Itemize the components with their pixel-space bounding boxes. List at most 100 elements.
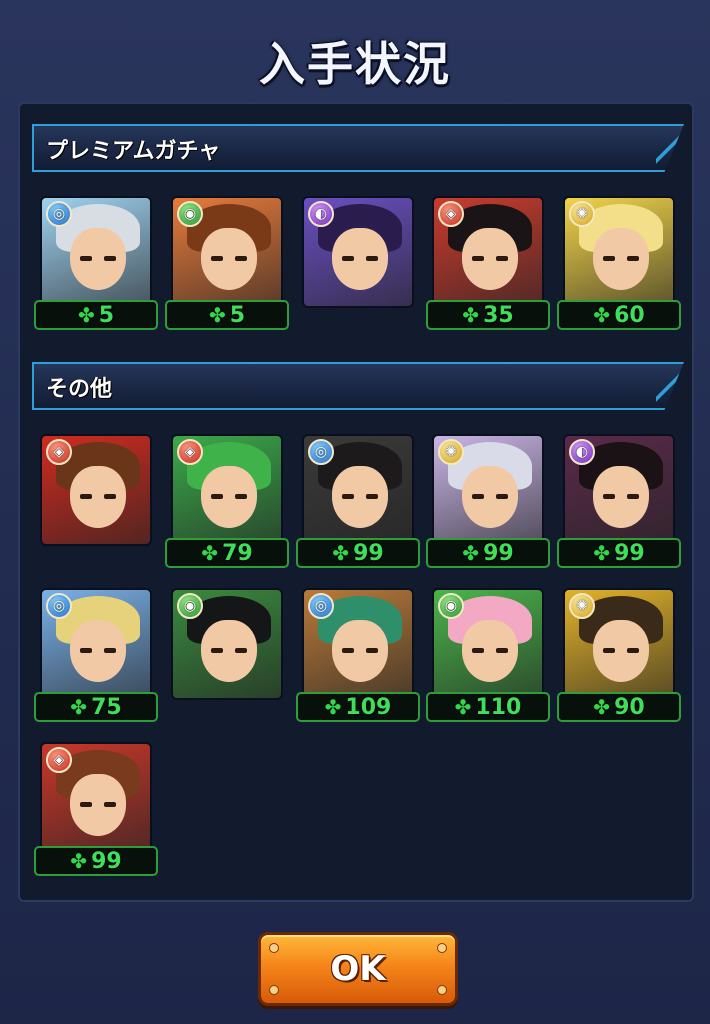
character-card[interactable]: ✺ [432,434,544,546]
wood-attribute-icon: ◉ [177,201,203,227]
luck-count-value: 75 [91,694,122,720]
character-card[interactable]: ◎ [40,588,152,700]
character-card[interactable]: ◉ [171,588,283,700]
character-portrait-eye [627,648,639,653]
character-portrait-eye [80,494,92,499]
clover-icon: ✤ [77,303,95,327]
character-portrait-eye [496,494,508,499]
character-portrait-face [462,228,518,290]
clover-icon: ✤ [208,303,226,327]
character-portrait-face [593,228,649,290]
character-card[interactable]: ◈ [432,196,544,308]
character-portrait-eye [235,256,247,261]
character-card[interactable]: ◐ [563,434,675,546]
character-portrait-face [332,228,388,290]
ok-button[interactable]: OK [258,932,458,1006]
character-portrait-eye [104,494,116,499]
character-portrait-face [462,466,518,528]
luck-count-value: 5 [98,302,115,328]
luck-count-value: 79 [222,540,253,566]
light-attribute-icon: ✺ [438,439,464,465]
character-portrait-eye [627,494,639,499]
character-portrait-eye [366,256,378,261]
clover-icon: ✤ [324,695,342,719]
clover-icon: ✤ [462,303,480,327]
character-portrait-face [462,620,518,682]
character-portrait-eye [472,648,484,653]
ok-button-label: OK [330,949,386,989]
character-card[interactable]: ◈ [171,434,283,546]
wood-attribute-icon: ◉ [438,593,464,619]
character-portrait-eye [603,494,615,499]
wood-attribute-icon: ◉ [177,593,203,619]
dialog-frame: 入手状況 プレミアムガチャ その他 ◎ ✤ 5 ◉ ✤ 5 ◐ ◈ ✤ 35 ✺ ✤ 60 ◈ ◈ ✤ 79 ◎ ✤… [0,0,710,1024]
luck-count-value: 99 [353,540,384,566]
fire-attribute-icon: ◈ [177,439,203,465]
character-portrait-face [201,466,257,528]
section-header-other: その他 [32,362,684,410]
character-card[interactable]: ◈ [40,742,152,854]
character-portrait-face [593,620,649,682]
character-portrait-eye [235,648,247,653]
fire-attribute-icon: ◈ [46,439,72,465]
character-card[interactable]: ◈ [40,434,152,546]
character-portrait-eye [342,494,354,499]
character-card[interactable]: ◎ [302,588,414,700]
character-portrait-eye [603,256,615,261]
luck-count-value: 109 [345,694,392,720]
water-attribute-icon: ◎ [46,593,72,619]
character-portrait-eye [366,648,378,653]
luck-count-badge: ✤ 99 [557,538,681,568]
character-card[interactable]: ✺ [563,196,675,308]
luck-count-badge: ✤ 5 [34,300,158,330]
luck-count-badge: ✤ 5 [165,300,289,330]
clover-icon: ✤ [332,541,350,565]
clover-icon: ✤ [593,303,611,327]
clover-icon: ✤ [454,695,472,719]
character-card[interactable]: ✺ [563,588,675,700]
luck-count-value: 5 [229,302,246,328]
character-portrait-eye [235,494,247,499]
character-portrait-eye [366,494,378,499]
character-card[interactable]: ◉ [171,196,283,308]
character-portrait-eye [496,648,508,653]
dialog-title: 入手状況 [259,37,451,91]
clover-icon: ✤ [201,541,219,565]
character-portrait-eye [627,256,639,261]
fire-attribute-icon: ◈ [46,747,72,773]
luck-count-badge: ✤ 99 [296,538,420,568]
light-attribute-icon: ✺ [569,201,595,227]
screw-decoration [269,985,279,995]
luck-count-value: 99 [91,848,122,874]
clover-icon: ✤ [70,695,88,719]
luck-count-badge: ✤ 35 [426,300,550,330]
character-portrait-eye [496,256,508,261]
character-portrait-eye [211,648,223,653]
character-portrait-face [70,228,126,290]
luck-count-value: 60 [614,302,645,328]
character-portrait-eye [603,648,615,653]
screw-decoration [269,943,279,953]
water-attribute-icon: ◎ [308,439,334,465]
character-card[interactable]: ◎ [40,196,152,308]
luck-count-badge: ✤ 75 [34,692,158,722]
character-card[interactable]: ◐ [302,196,414,308]
water-attribute-icon: ◎ [308,593,334,619]
character-portrait-face [201,228,257,290]
character-portrait-face [70,620,126,682]
luck-count-badge: ✤ 60 [557,300,681,330]
character-card[interactable]: ◎ [302,434,414,546]
character-card[interactable]: ◉ [432,588,544,700]
luck-count-badge: ✤ 79 [165,538,289,568]
character-portrait-face [70,774,126,836]
luck-count-badge: ✤ 99 [34,846,158,876]
luck-count-value: 110 [475,694,522,720]
clover-icon: ✤ [593,695,611,719]
dark-attribute-icon: ◐ [308,201,334,227]
light-attribute-icon: ✺ [569,593,595,619]
character-portrait-face [201,620,257,682]
luck-count-value: 99 [483,540,514,566]
fire-attribute-icon: ◈ [438,201,464,227]
character-portrait-eye [104,256,116,261]
character-portrait-eye [104,648,116,653]
